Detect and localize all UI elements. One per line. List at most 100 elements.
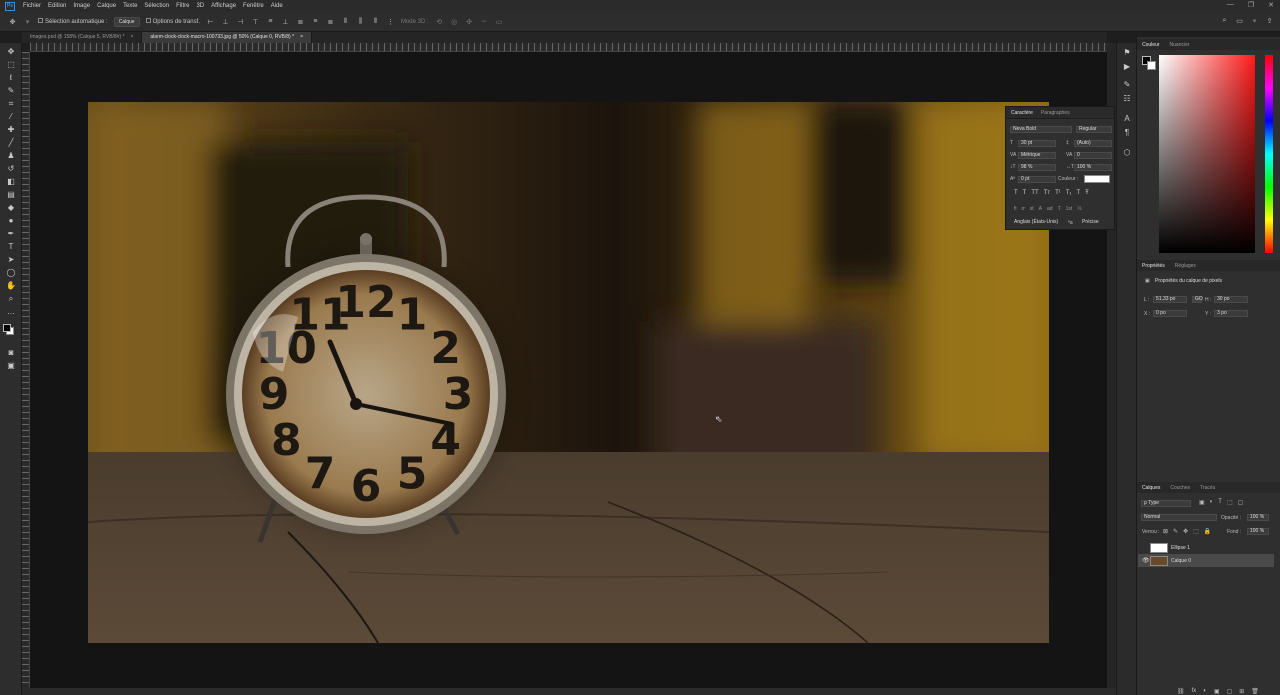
workspace-icon[interactable]: ▭ [1235,16,1244,25]
all-caps-button[interactable]: TT [1031,190,1038,196]
eraser-icon[interactable]: ◧ [5,176,17,187]
tab-couleur[interactable]: Couleur [1142,42,1160,48]
lock-all-icon[interactable]: 🔒 [1204,528,1211,535]
filter-type-icon[interactable]: T [1218,499,1222,506]
menu-selection[interactable]: Sélection [144,3,169,9]
close-tab-icon[interactable]: × [300,34,303,40]
tab-traces[interactable]: Tracés [1200,485,1215,491]
history-brush-icon[interactable]: ↺ [5,163,17,174]
distribute-left-icon[interactable]: ⫴ [341,17,350,26]
brush-icon[interactable]: ╱ [5,137,17,148]
language-select[interactable]: Anglais (États-Unis) [1012,220,1064,227]
kerning-field[interactable]: Métrique [1018,152,1056,159]
stamp-icon[interactable]: ♟ [5,150,17,161]
roll-3d-icon[interactable]: ◎ [450,17,459,26]
hue-slider[interactable] [1265,55,1273,253]
minimize-button[interactable]: — [1227,1,1234,9]
visibility-eye-icon[interactable]: 👁 [1142,557,1150,564]
tab-couches[interactable]: Couches [1170,485,1190,491]
underline-button[interactable]: T [1076,190,1080,196]
3d-panel-icon[interactable]: ⬡ [1121,147,1133,158]
distribute-middle-icon[interactable]: ≡ [311,17,320,26]
drag-3d-icon[interactable]: ✣ [465,17,474,26]
width-field[interactable]: 51,33 po [1153,296,1187,303]
layer-filter-select[interactable]: ρ Type [1141,500,1191,507]
faux-bold-button[interactable]: T [1014,190,1018,196]
height-field[interactable]: 30 po [1214,296,1248,303]
healing-icon[interactable]: ✚ [5,124,17,135]
menu-edition[interactable]: Edition [48,3,66,9]
align-top-icon[interactable]: ⊤ [251,17,260,26]
vertical-scale-field[interactable]: 98 % [1018,164,1056,171]
lock-transparency-icon[interactable]: ⊠ [1163,528,1168,535]
menu-fichier[interactable]: Fichier [23,3,41,9]
bg-color-swatch[interactable] [1147,61,1156,70]
filter-adjust-icon[interactable]: ◐ [1210,499,1214,506]
distribute-right-icon[interactable]: ⫴ [371,17,380,26]
font-family-select[interactable]: Neva Bold [1010,126,1072,133]
ligatures-button[interactable]: fi [1014,206,1017,212]
tab-proprietes[interactable]: Propriétés [1142,263,1165,269]
filter-smart-icon[interactable]: ▢ [1238,499,1244,506]
menu-fenetre[interactable]: Fenêtre [243,3,264,9]
tracking-field[interactable]: 0 [1074,152,1112,159]
color-picker-field[interactable] [1159,55,1255,253]
character-panel-icon[interactable]: A [1121,113,1133,124]
close-tab-icon[interactable]: × [130,34,133,40]
filter-pixel-icon[interactable]: ▣ [1199,499,1205,506]
layer-row[interactable]: Ellipse 1 [1138,541,1274,554]
ordinals-button[interactable]: 1st [1066,206,1073,212]
zoom-icon[interactable]: ⌕ [5,293,17,304]
adjustment-layer-icon[interactable]: ◐ [1203,688,1207,695]
tab-images-psd[interactable]: Images.psd @ 158% (Calque 5, RVB/8#) * × [22,32,143,43]
link-layers-icon[interactable]: ⛓ [1177,688,1185,695]
superscript-button[interactable]: T¹ [1055,190,1061,196]
menu-calque[interactable]: Calque [97,3,116,9]
horizontal-scale-field[interactable]: 100 % [1074,164,1112,171]
move-tool-icon[interactable]: ✥ [8,17,17,26]
old-style-button[interactable]: ơ [1022,206,1025,212]
lock-paint-icon[interactable]: ✎ [1173,528,1178,535]
delete-layer-icon[interactable]: 🗑 [1251,688,1259,695]
menu-3d[interactable]: 3D [196,3,204,9]
baseline-shift-field[interactable]: 0 pt [1018,176,1056,183]
move-icon[interactable]: ✥ [5,46,17,57]
subscript-button[interactable]: T₁ [1066,190,1072,196]
more-icon[interactable]: … [5,306,17,317]
link-dimensions-button[interactable]: GO [1192,296,1203,303]
text-color-swatch[interactable] [1084,175,1110,183]
tab-caractere[interactable]: Caractère [1011,110,1033,116]
menu-image[interactable]: Image [73,3,90,9]
swash-button[interactable]: A [1039,206,1042,212]
tab-reglages[interactable]: Réglages [1175,263,1196,269]
fill-field[interactable]: 100 % [1247,528,1269,535]
align-bottom-icon[interactable]: ⊥ [281,17,290,26]
layer-style-icon[interactable]: fx [1192,688,1197,695]
distribute-center-icon[interactable]: ⫼ [356,17,365,26]
search-icon[interactable]: ⌕ [1220,16,1229,25]
align-middle-icon[interactable]: ≡ [266,17,275,26]
distribute-bottom-icon[interactable]: ≣ [326,17,335,26]
discretionary-ligatures-button[interactable]: st [1030,206,1034,212]
font-size-field[interactable]: 30 pt [1018,140,1056,147]
blend-mode-select[interactable]: Normal [1141,514,1217,521]
tab-nuancier[interactable]: Nuancier [1170,42,1190,48]
foreground-color-swatch[interactable] [3,324,11,332]
tab-paragraphes[interactable]: Paragraphes [1041,110,1070,116]
auto-align-icon[interactable]: ⋮ [386,17,395,26]
app-logo-icon[interactable]: Ps [5,1,15,11]
eyedropper-icon[interactable]: ⁄ [5,111,17,122]
orbit-3d-icon[interactable]: ⟲ [435,17,444,26]
close-window-button[interactable]: ✕ [1268,1,1274,9]
screen-mode-icon[interactable]: ▣ [5,360,17,371]
quick-select-icon[interactable]: ✎ [5,85,17,96]
brush-settings-icon[interactable]: ✎ [1121,79,1133,90]
transform-checkbox[interactable]: Options de transf. [145,18,200,25]
leading-field[interactable]: (Auto) [1074,140,1112,147]
small-caps-button[interactable]: Tт [1044,190,1050,196]
menu-affichage[interactable]: Affichage [211,3,236,9]
x-field[interactable]: 0 po [1153,310,1187,317]
blur-icon[interactable]: ◆ [5,202,17,213]
gradient-icon[interactable]: ▤ [5,189,17,200]
dodge-icon[interactable]: ● [5,215,17,226]
